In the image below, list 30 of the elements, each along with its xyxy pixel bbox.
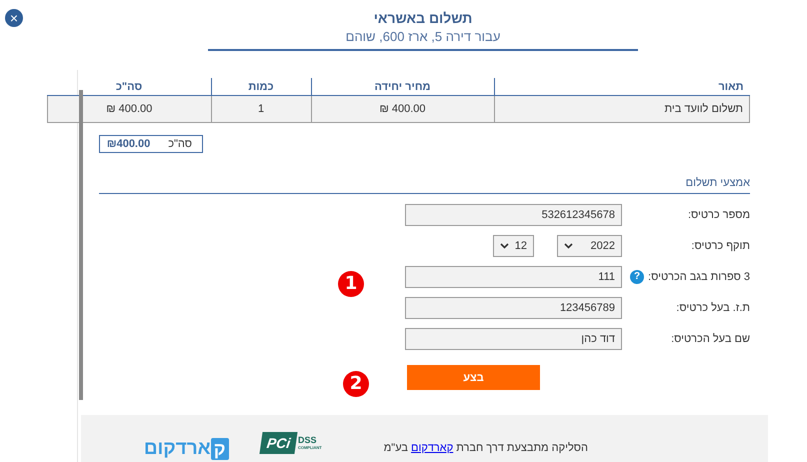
field-label: מספר כרטיס: [688, 209, 750, 221]
chevron-icon [500, 243, 509, 249]
scrollbar[interactable] [79, 90, 83, 400]
step-badge: 1 [338, 271, 364, 297]
section-title: אמצעי תשלום [99, 177, 750, 194]
table-cell: 400.00 ₪ [48, 96, 211, 122]
field-label: ת.ז. בעל כרטיס: [676, 302, 750, 314]
field-label: שם בעל הכרטיס: [671, 333, 750, 345]
table-cell: תשלום לוועד בית [494, 96, 750, 122]
dialog-subtitle: עבור דירה 5, ארז 600, שוהם [346, 29, 500, 46]
footer-text: הסליקה מתבצעת דרך חברת קארדקום בע"מ [384, 442, 588, 454]
select-field[interactable]: 2022 [557, 235, 622, 257]
help-icon[interactable]: ? [630, 270, 644, 284]
close-button[interactable]: × [5, 9, 23, 27]
brand-logo: ק ארדקום [144, 438, 229, 460]
table-cell: 400.00 ₪ [311, 96, 494, 122]
table-cell: 1 [211, 96, 311, 122]
total-value: ₪400.00 [106, 138, 150, 150]
input-field[interactable]: 532612345678 [405, 204, 622, 226]
chevron-icon [564, 243, 573, 249]
step-badge: 2 [343, 371, 369, 397]
total-label: סה"כ [168, 138, 192, 150]
company-link[interactable]: קארדקום [411, 442, 454, 454]
input-field[interactable]: 123456789 [405, 297, 622, 319]
input-field[interactable]: דוד כהן [405, 328, 622, 350]
dialog-title: תשלום באשראי [374, 10, 472, 28]
field-label: תוקף כרטיס: [691, 240, 750, 252]
field-label: 3 ספרות בגב הכרטיס: [648, 271, 750, 283]
input-field[interactable]: 111 [405, 266, 622, 288]
select-field[interactable]: 12 [493, 235, 534, 257]
